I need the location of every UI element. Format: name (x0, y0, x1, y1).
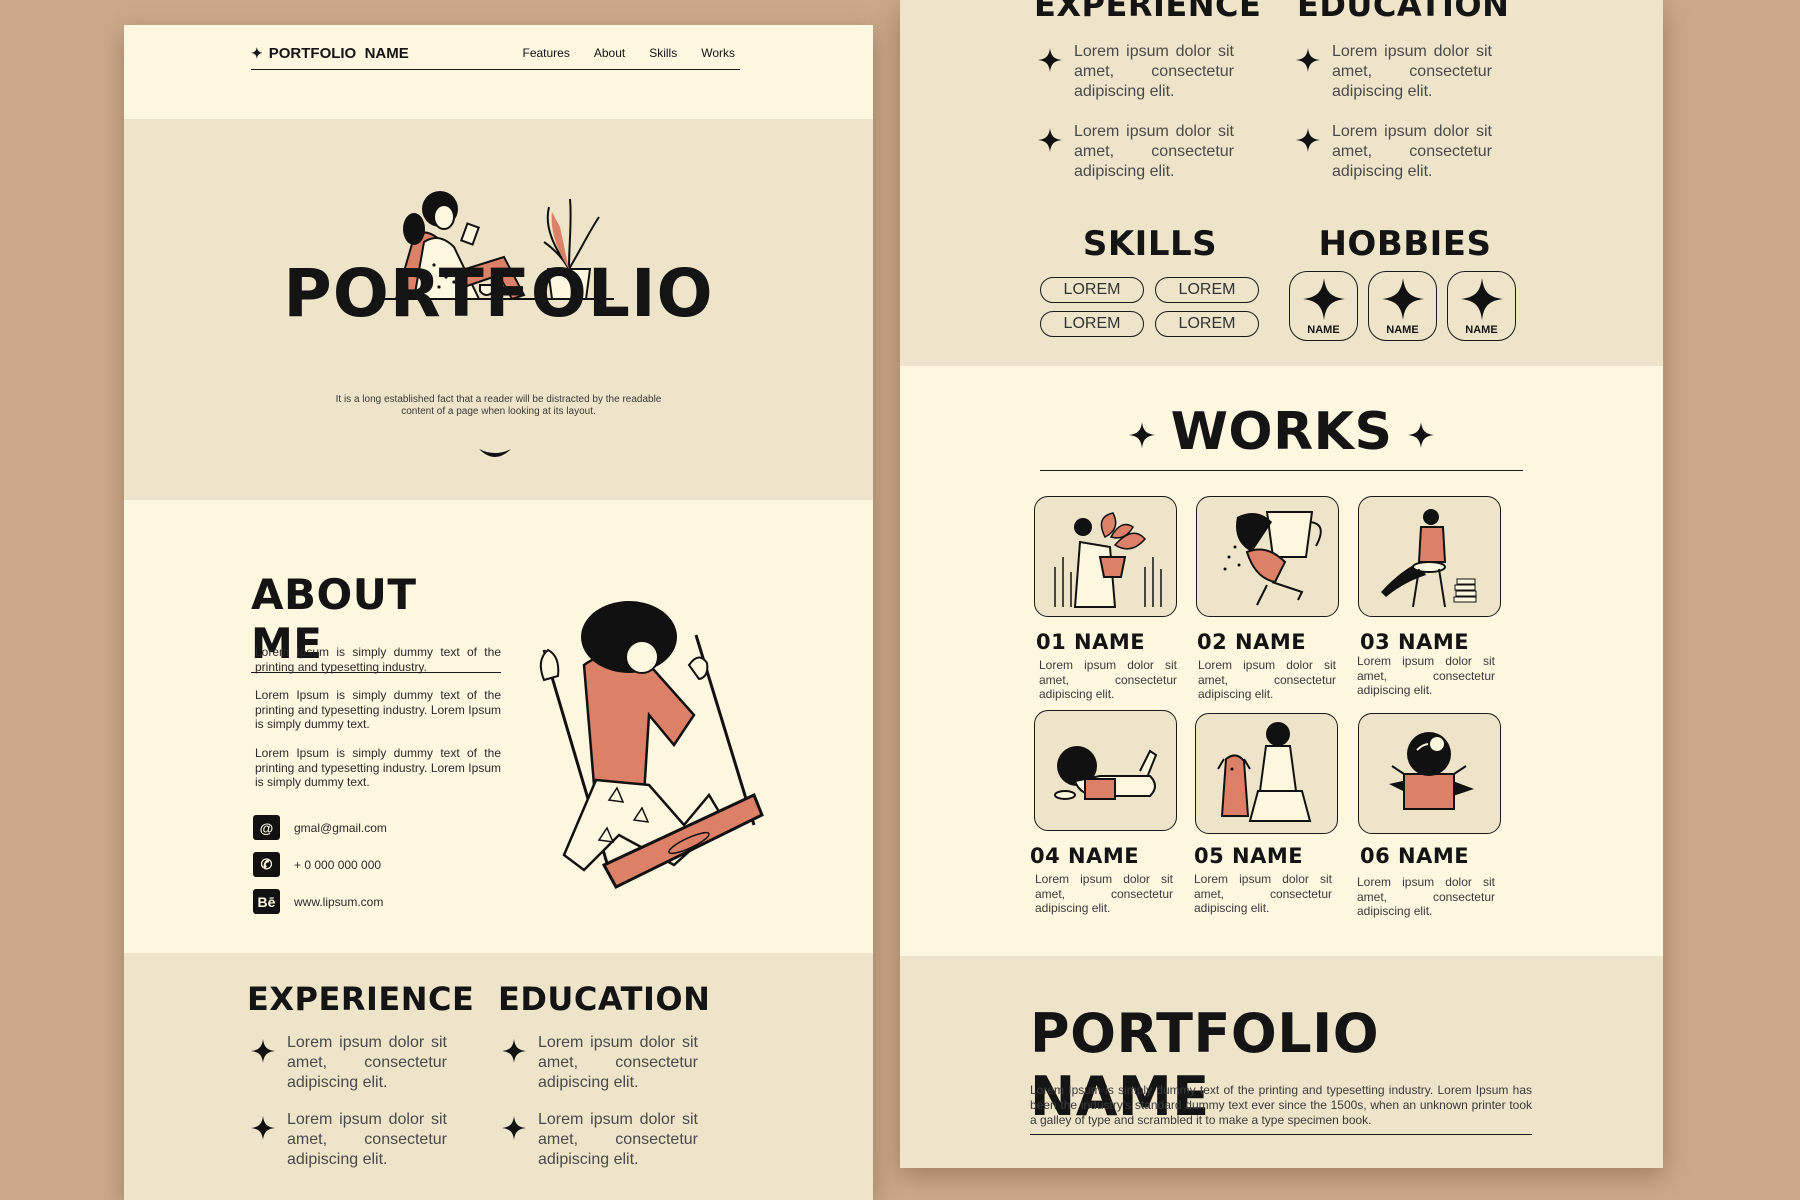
sparkle-icon (1038, 128, 1062, 152)
sparkle-icon (251, 1116, 275, 1140)
work-card-02[interactable] (1196, 496, 1339, 617)
about-paragraph-1: Lorem Ipsum is simply dummy text of the … (255, 645, 501, 674)
works-title: WORKS (1170, 402, 1393, 462)
work-description: Lorem ipsum dolor sit amet, consectetur … (1357, 654, 1495, 697)
experience-title: EXPERIENCE (247, 980, 475, 1018)
chevron-down-icon[interactable] (477, 445, 513, 465)
experience-title: EXPERIENCE (1034, 0, 1262, 24)
nav-link-works[interactable]: Works (701, 46, 735, 60)
work-card-06[interactable] (1358, 713, 1501, 834)
hero-subtitle: It is a long established fact that a rea… (335, 394, 662, 417)
education-title: EDUCATION (1297, 0, 1510, 24)
sparkle-icon (502, 1116, 526, 1140)
work-card-04[interactable] (1034, 710, 1177, 831)
experience-education-section: EXPERIENCE EDUCATION Lorem ipsum dolor s… (124, 953, 873, 1200)
phone-icon: ✆ (253, 852, 280, 877)
sparkle-icon (1408, 422, 1434, 448)
sparkle-icon (1382, 278, 1424, 320)
works-heading: WORKS (1040, 402, 1523, 471)
falling-cup-illustration (1223, 511, 1322, 606)
work-description: Lorem ipsum dolor sit amet, consectetur … (1357, 875, 1495, 918)
work-description: Lorem ipsum dolor sit amet, consectetur … (1198, 658, 1336, 701)
experience-item: Lorem ipsum dolor sit amet, consectetur … (1038, 42, 1234, 102)
sparkle-icon (1303, 278, 1345, 320)
skill-pill[interactable]: LOREM (1155, 311, 1259, 337)
top-nav: ✦ PORTFOLIO NAME Features About Skills W… (251, 45, 740, 70)
experience-item: Lorem ipsum dolor sit amet, consectetur … (1038, 122, 1234, 182)
sparkle-icon (502, 1039, 526, 1063)
sparkle-icon (1129, 422, 1155, 448)
person-with-dog-illustration (1217, 722, 1312, 822)
left-page: ✦ PORTFOLIO NAME Features About Skills W… (124, 25, 873, 1200)
contact-email[interactable]: @ gmal@gmail.com (253, 815, 387, 840)
footer-text: Lorem Ipsum is simply dummy text of the … (1030, 1083, 1532, 1127)
hero-section: PORTFOLIO It is a long established fact … (124, 119, 873, 500)
behance-icon: Bē (253, 889, 280, 914)
skill-pill[interactable]: LOREM (1040, 311, 1144, 337)
work-name: 06 NAME (1360, 844, 1470, 868)
skills-title: SKILLS (1082, 224, 1218, 264)
plant-person-illustration (1054, 512, 1162, 608)
right-page: EXPERIENCE EDUCATION Lorem ipsum dolor s… (900, 0, 1663, 1168)
work-description: Lorem ipsum dolor sit amet, consectetur … (1194, 872, 1332, 915)
phone-text: + 0 000 000 000 (294, 857, 382, 872)
box-person-illustration (1389, 732, 1474, 810)
work-card-03[interactable] (1358, 496, 1501, 617)
hobby-item[interactable]: NAME (1368, 271, 1437, 341)
hobby-item[interactable]: NAME (1447, 271, 1516, 341)
education-item: Lorem ipsum dolor sit amet, consectetur … (502, 1110, 698, 1170)
brand-name: PORTFOLIO NAME (268, 45, 409, 62)
work-description: Lorem ipsum dolor sit amet, consectetur … (1035, 872, 1173, 915)
education-title: EDUCATION (498, 980, 711, 1018)
experience-item: Lorem ipsum dolor sit amet, consectetur … (251, 1110, 447, 1170)
contact-website[interactable]: Bē www.lipsum.com (253, 889, 383, 914)
sparkle-icon (1296, 48, 1320, 72)
experience-item: Lorem ipsum dolor sit amet, consectetur … (251, 1033, 447, 1093)
brand-logo[interactable]: ✦ PORTFOLIO NAME (251, 45, 409, 62)
sparkle-icon (1296, 128, 1320, 152)
about-paragraph-3: Lorem Ipsum is simply dummy text of the … (255, 746, 501, 789)
contact-phone[interactable]: ✆ + 0 000 000 000 (253, 852, 381, 877)
lying-person-illustration (1054, 746, 1158, 800)
website-text: www.lipsum.com (294, 894, 384, 909)
experience-skills-section: EXPERIENCE EDUCATION Lorem ipsum dolor s… (900, 0, 1663, 366)
sparkle-icon (251, 1039, 275, 1063)
education-item: Lorem ipsum dolor sit amet, consectetur … (1296, 42, 1492, 102)
hobby-item[interactable]: NAME (1289, 271, 1358, 341)
hero-title: PORTFOLIO (283, 255, 714, 332)
sparkle-icon (1038, 48, 1062, 72)
skill-pill[interactable]: LOREM (1155, 277, 1259, 303)
email-text: gmal@gmail.com (294, 820, 387, 835)
education-item: Lorem ipsum dolor sit amet, consectetur … (502, 1033, 698, 1093)
sitting-person-illustration (1381, 509, 1477, 608)
work-description: Lorem ipsum dolor sit amet, consectetur … (1039, 658, 1177, 701)
work-name: 04 NAME (1030, 844, 1140, 868)
work-card-05[interactable] (1195, 713, 1338, 834)
education-item: Lorem ipsum dolor sit amet, consectetur … (1296, 122, 1492, 182)
nav-link-about[interactable]: About (594, 46, 625, 60)
sparkle-icon (1461, 278, 1503, 320)
work-card-01[interactable] (1034, 496, 1177, 617)
about-paragraph-2: Lorem Ipsum is simply dummy text of the … (255, 688, 501, 731)
skill-pill[interactable]: LOREM (1040, 277, 1144, 303)
hobbies-title: HOBBIES (1318, 224, 1492, 264)
work-name: 01 NAME (1036, 630, 1146, 654)
at-icon: @ (253, 815, 280, 840)
nav-link-skills[interactable]: Skills (649, 46, 677, 60)
swing-woman-illustration (539, 601, 764, 889)
nav-link-features[interactable]: Features (522, 46, 569, 60)
work-name: 02 NAME (1197, 630, 1307, 654)
work-name: 03 NAME (1360, 630, 1470, 654)
work-name: 05 NAME (1194, 844, 1304, 868)
star-icon: ✦ (251, 45, 263, 61)
